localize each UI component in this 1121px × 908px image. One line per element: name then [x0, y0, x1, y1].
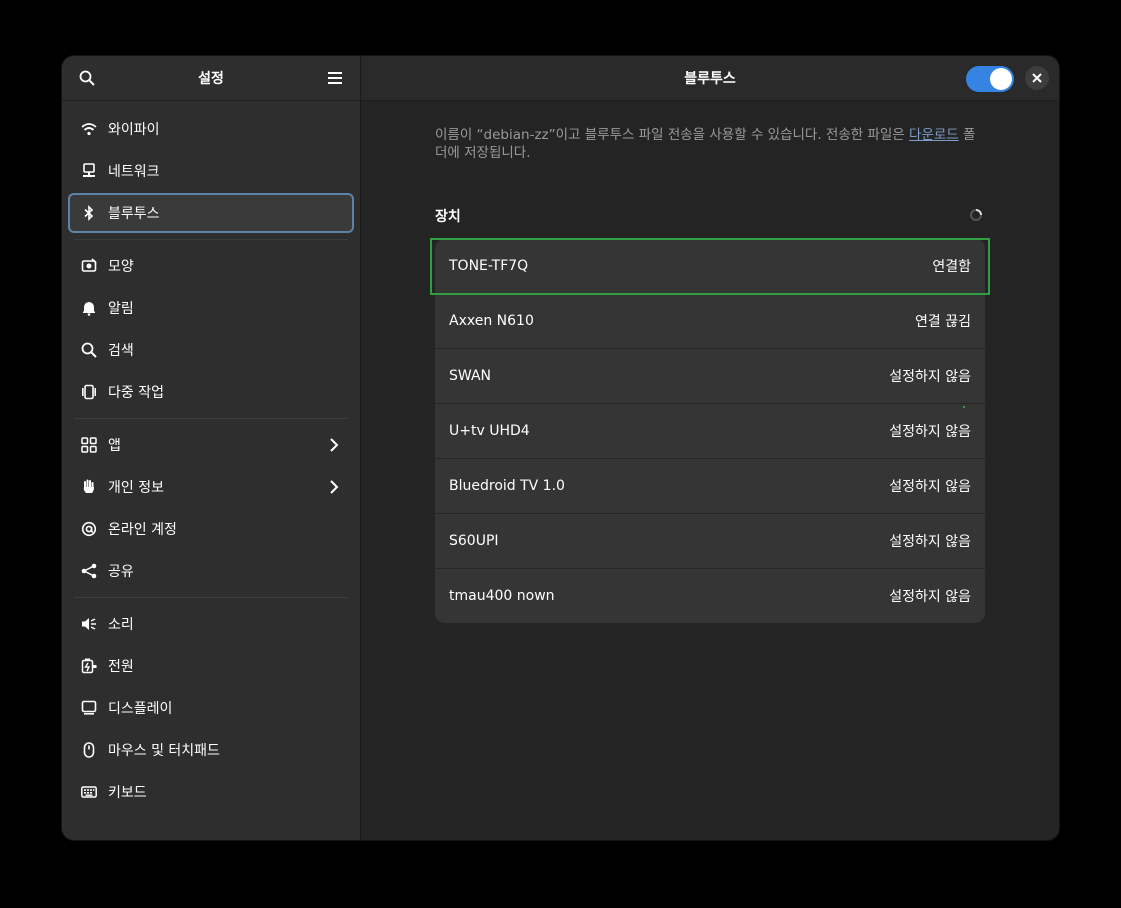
device-row[interactable]: Bluedroid TV 1.0 설정하지 않음	[435, 459, 985, 514]
hamburger-menu-icon	[328, 72, 342, 84]
sidebar-item-label: 와이파이	[108, 122, 160, 138]
display-icon	[80, 699, 98, 717]
focus-indicator-dot	[963, 406, 965, 408]
main-panel: 블루투스 이름이 “debian-zz”이고 블루투스 파일 전송을 사용할 수…	[361, 56, 1059, 840]
sidebar: 설정 와이파이네트워크블루투스모양알림검색다중 작업앱개인 정보온라인 계정공유…	[62, 56, 361, 840]
settings-window: 설정 와이파이 네트워크 블루투스 모양 알림 검색 다중 작업 앱 개인 정보 온라인 계정 공유…	[62, 56, 1059, 840]
hand-icon	[80, 478, 98, 496]
sidebar-item-label: 디스플레이	[108, 701, 173, 717]
at-icon	[80, 520, 98, 538]
bell-icon	[80, 299, 98, 317]
device-status: 설정하지 않음	[889, 424, 971, 440]
chevron-right-icon	[326, 437, 342, 453]
wifi-icon	[80, 120, 98, 138]
sidebar-item-bell[interactable]: 알림	[68, 288, 354, 328]
appearance-icon	[80, 257, 98, 275]
sidebar-item-speaker[interactable]: 소리	[68, 604, 354, 644]
device-name: Bluedroid TV 1.0	[449, 478, 565, 494]
search-icon	[79, 70, 95, 86]
main-menu-button[interactable]	[320, 63, 350, 93]
sidebar-separator	[74, 418, 348, 419]
speaker-icon	[80, 615, 98, 633]
sidebar-item-mouse[interactable]: 마우스 및 터치패드	[68, 730, 354, 770]
sidebar-item-wifi[interactable]: 와이파이	[68, 109, 354, 149]
sidebar-item-at[interactable]: 온라인 계정	[68, 509, 354, 549]
network-icon	[80, 162, 98, 180]
downloads-link[interactable]: 다운로드	[909, 127, 959, 143]
sidebar-item-keyboard[interactable]: 키보드	[68, 772, 354, 812]
chevron-right-icon	[326, 479, 342, 495]
sidebar-item-hand[interactable]: 개인 정보	[68, 467, 354, 507]
device-row[interactable]: Axxen N610 연결 끊김	[435, 294, 985, 349]
device-row[interactable]: TONE-TF7Q 연결함	[430, 238, 990, 295]
multitasking-icon	[80, 383, 98, 401]
device-status: 연결 끊김	[915, 314, 971, 330]
sidebar-item-network[interactable]: 네트워크	[68, 151, 354, 191]
bluetooth-toggle[interactable]	[966, 66, 1014, 92]
device-name: S60UPI	[449, 533, 499, 549]
sidebar-item-label: 공유	[108, 564, 134, 580]
device-name: tmau400 nown	[449, 588, 555, 604]
toggle-knob	[990, 68, 1012, 90]
mouse-icon	[80, 741, 98, 759]
sidebar-item-label: 네트워크	[108, 164, 160, 180]
sidebar-list: 와이파이네트워크블루투스모양알림검색다중 작업앱개인 정보온라인 계정공유소리전…	[62, 101, 360, 812]
page-title: 블루투스	[684, 71, 736, 87]
close-icon	[1032, 73, 1042, 83]
sidebar-item-label: 알림	[108, 301, 134, 317]
sidebar-item-label: 키보드	[108, 785, 147, 801]
device-row[interactable]: SWAN 설정하지 않음	[435, 349, 985, 404]
close-button[interactable]	[1025, 66, 1049, 90]
sidebar-item-search[interactable]: 검색	[68, 330, 354, 370]
sidebar-item-apps[interactable]: 앱	[68, 425, 354, 465]
sidebar-item-appearance[interactable]: 모양	[68, 246, 354, 286]
device-row[interactable]: U+tv UHD4 설정하지 않음	[435, 404, 985, 459]
power-icon	[80, 657, 98, 675]
sidebar-item-label: 검색	[108, 343, 134, 359]
device-name: U+tv UHD4	[449, 423, 530, 439]
sidebar-item-label: 블루투스	[108, 206, 160, 222]
sidebar-item-multitasking[interactable]: 다중 작업	[68, 372, 354, 412]
device-status: 설정하지 않음	[889, 479, 971, 495]
share-icon	[80, 562, 98, 580]
sidebar-item-label: 모양	[108, 259, 134, 275]
sidebar-item-label: 다중 작업	[108, 385, 164, 401]
device-row[interactable]: S60UPI 설정하지 않음	[435, 514, 985, 569]
sidebar-separator	[74, 597, 348, 598]
device-status: 설정하지 않음	[889, 534, 971, 550]
sidebar-item-label: 개인 정보	[108, 480, 164, 496]
device-name: SWAN	[449, 368, 492, 384]
device-row[interactable]: tmau400 nown 설정하지 않음	[435, 569, 985, 623]
sidebar-title: 설정	[198, 71, 224, 87]
device-name: TONE-TF7Q	[449, 258, 529, 274]
sidebar-header: 설정	[62, 56, 360, 101]
device-status: 설정하지 않음	[889, 589, 971, 605]
sidebar-item-power[interactable]: 전원	[68, 646, 354, 686]
device-name: Axxen N610	[449, 313, 534, 329]
sidebar-item-label: 전원	[108, 659, 134, 675]
apps-icon	[80, 436, 98, 454]
bluetooth-description: 이름이 “debian-zz”이고 블루투스 파일 전송을 사용할 수 있습니다…	[435, 126, 985, 162]
spinner-icon	[970, 209, 982, 221]
sidebar-item-label: 앱	[108, 438, 121, 454]
keyboard-icon	[80, 783, 98, 801]
main-header: 블루투스	[361, 56, 1059, 101]
sidebar-item-bluetooth[interactable]: 블루투스	[68, 193, 354, 233]
sidebar-item-display[interactable]: 디스플레이	[68, 688, 354, 728]
sidebar-item-label: 온라인 계정	[108, 522, 177, 538]
device-status: 설정하지 않음	[889, 369, 971, 385]
sidebar-separator	[74, 239, 348, 240]
devices-section-title: 장치	[435, 209, 461, 225]
search-icon	[80, 341, 98, 359]
description-text: 이름이 “debian-zz”이고 블루투스 파일 전송을 사용할 수 있습니다…	[435, 127, 910, 143]
sidebar-item-label: 마우스 및 터치패드	[108, 743, 220, 759]
bluetooth-icon	[80, 204, 98, 222]
device-list: TONE-TF7Q 연결함 Axxen N610 연결 끊김 SWAN 설정하지 않음 U+…	[430, 238, 990, 623]
device-status: 연결함	[932, 259, 971, 275]
search-button[interactable]	[72, 63, 102, 93]
sidebar-item-share[interactable]: 공유	[68, 551, 354, 591]
sidebar-item-label: 소리	[108, 617, 134, 633]
